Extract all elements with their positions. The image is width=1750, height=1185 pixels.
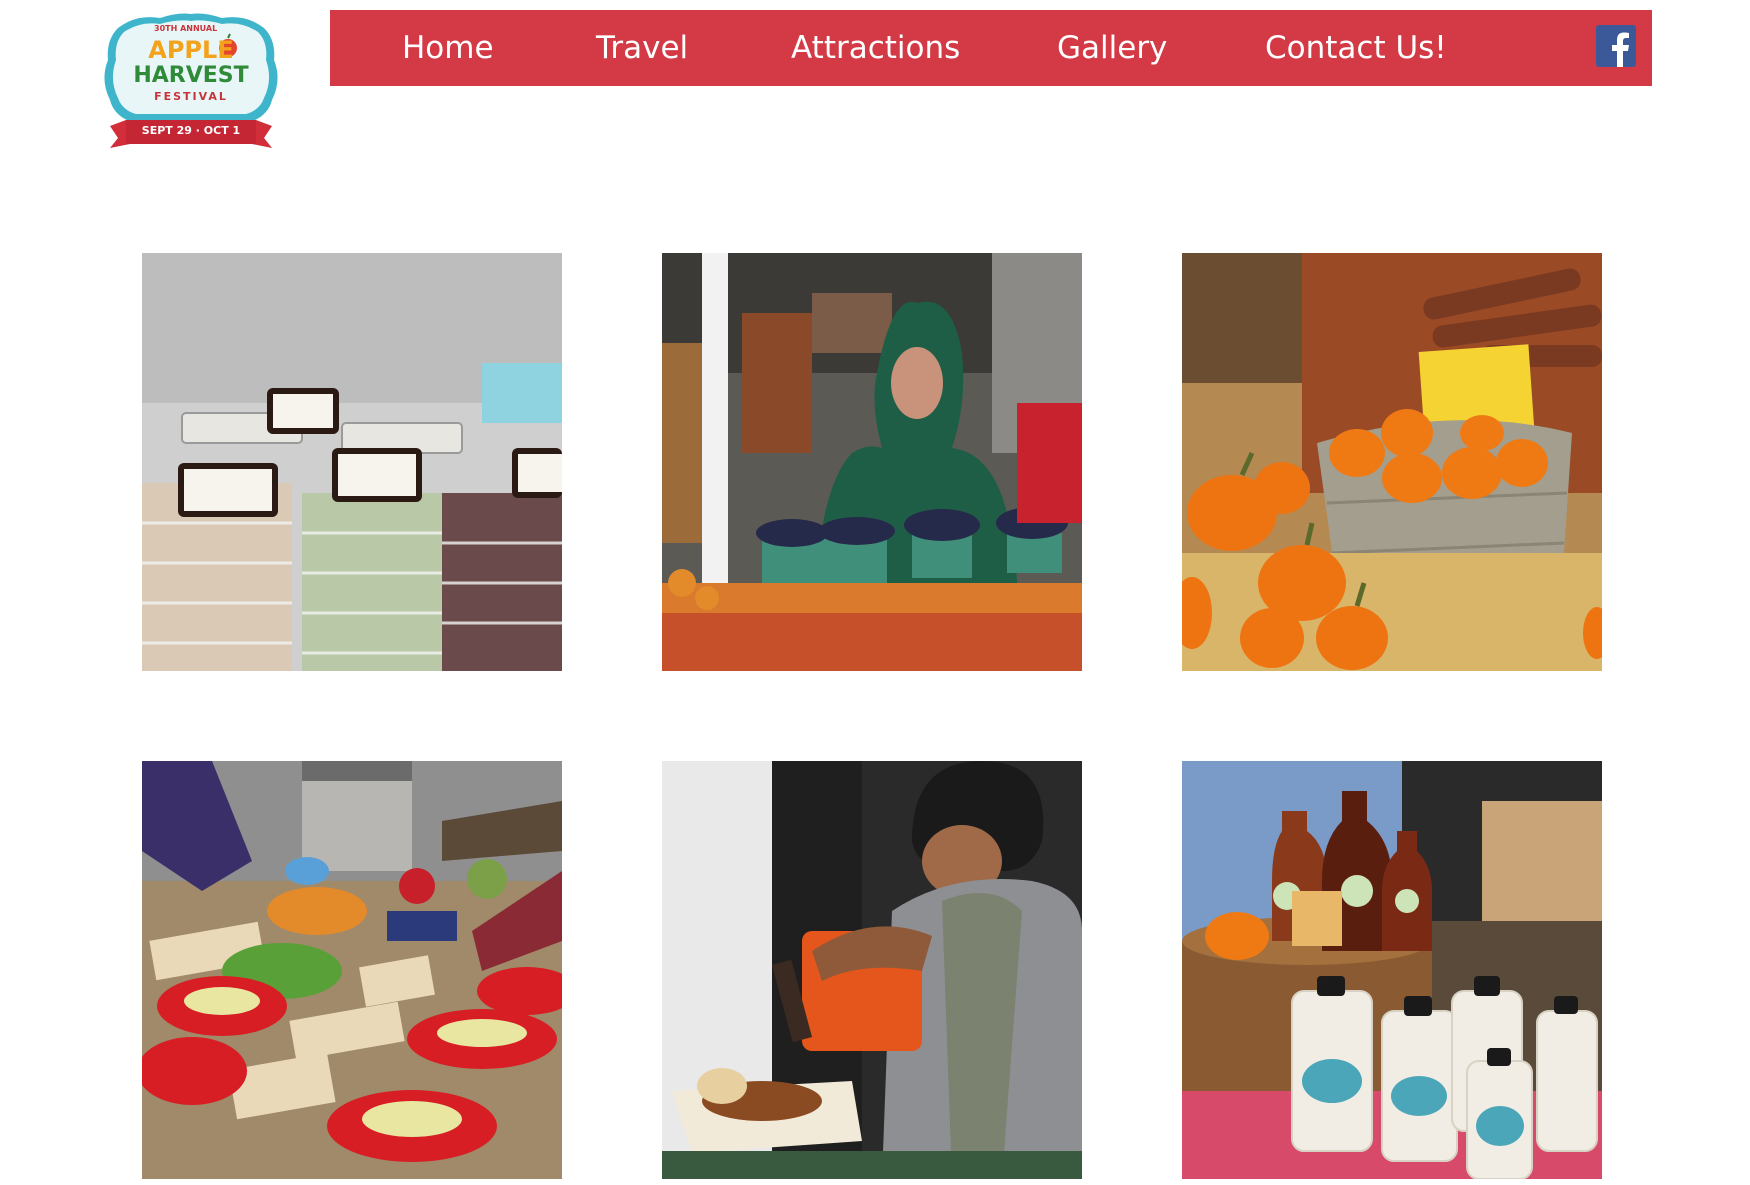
main-nav-bar: Home Travel Attractions Gallery Contact …: [330, 10, 1652, 86]
gallery-image-maple-syrup[interactable]: [1182, 761, 1602, 1179]
logo-word-apple: APPLE: [148, 36, 234, 64]
gallery-image-food-serving[interactable]: [662, 761, 1082, 1179]
logo-word-festival: FESTIVAL: [154, 90, 228, 103]
pumpkins-photo: [1182, 253, 1602, 671]
logo-word-harvest: HARVEST: [133, 63, 249, 88]
gallery-image-pumpkins[interactable]: [1182, 253, 1602, 671]
apple-tasting-photo: [142, 761, 562, 1179]
nav-item-attractions[interactable]: Attractions: [791, 10, 960, 86]
gallery-image-apple-tasting[interactable]: [142, 761, 562, 1179]
gallery-image-desserts[interactable]: [142, 253, 562, 671]
facebook-icon[interactable]: [1596, 25, 1636, 67]
festival-logo[interactable]: 30TH ANNUAL APPLE HARVEST FESTIVAL SEPT …: [96, 10, 286, 160]
gallery-image-grape-vendor[interactable]: [662, 253, 1082, 671]
nav-item-home[interactable]: Home: [402, 10, 494, 86]
nav-item-travel[interactable]: Travel: [596, 10, 688, 86]
nav-item-contact-us[interactable]: Contact Us!: [1265, 10, 1447, 86]
food-serving-photo: [662, 761, 1082, 1179]
logo-annual-label: 30TH ANNUAL: [154, 24, 218, 33]
desserts-photo: [142, 253, 562, 671]
grape-vendor-photo: [662, 253, 1082, 671]
logo-text-layer: 30TH ANNUAL APPLE HARVEST FESTIVAL SEPT …: [96, 10, 286, 160]
nav-item-gallery[interactable]: Gallery: [1057, 10, 1167, 86]
logo-dates: SEPT 29 · OCT 1: [141, 124, 241, 137]
page: 30TH ANNUAL APPLE HARVEST FESTIVAL SEPT …: [0, 0, 1750, 1185]
maple-syrup-photo: [1182, 761, 1602, 1179]
